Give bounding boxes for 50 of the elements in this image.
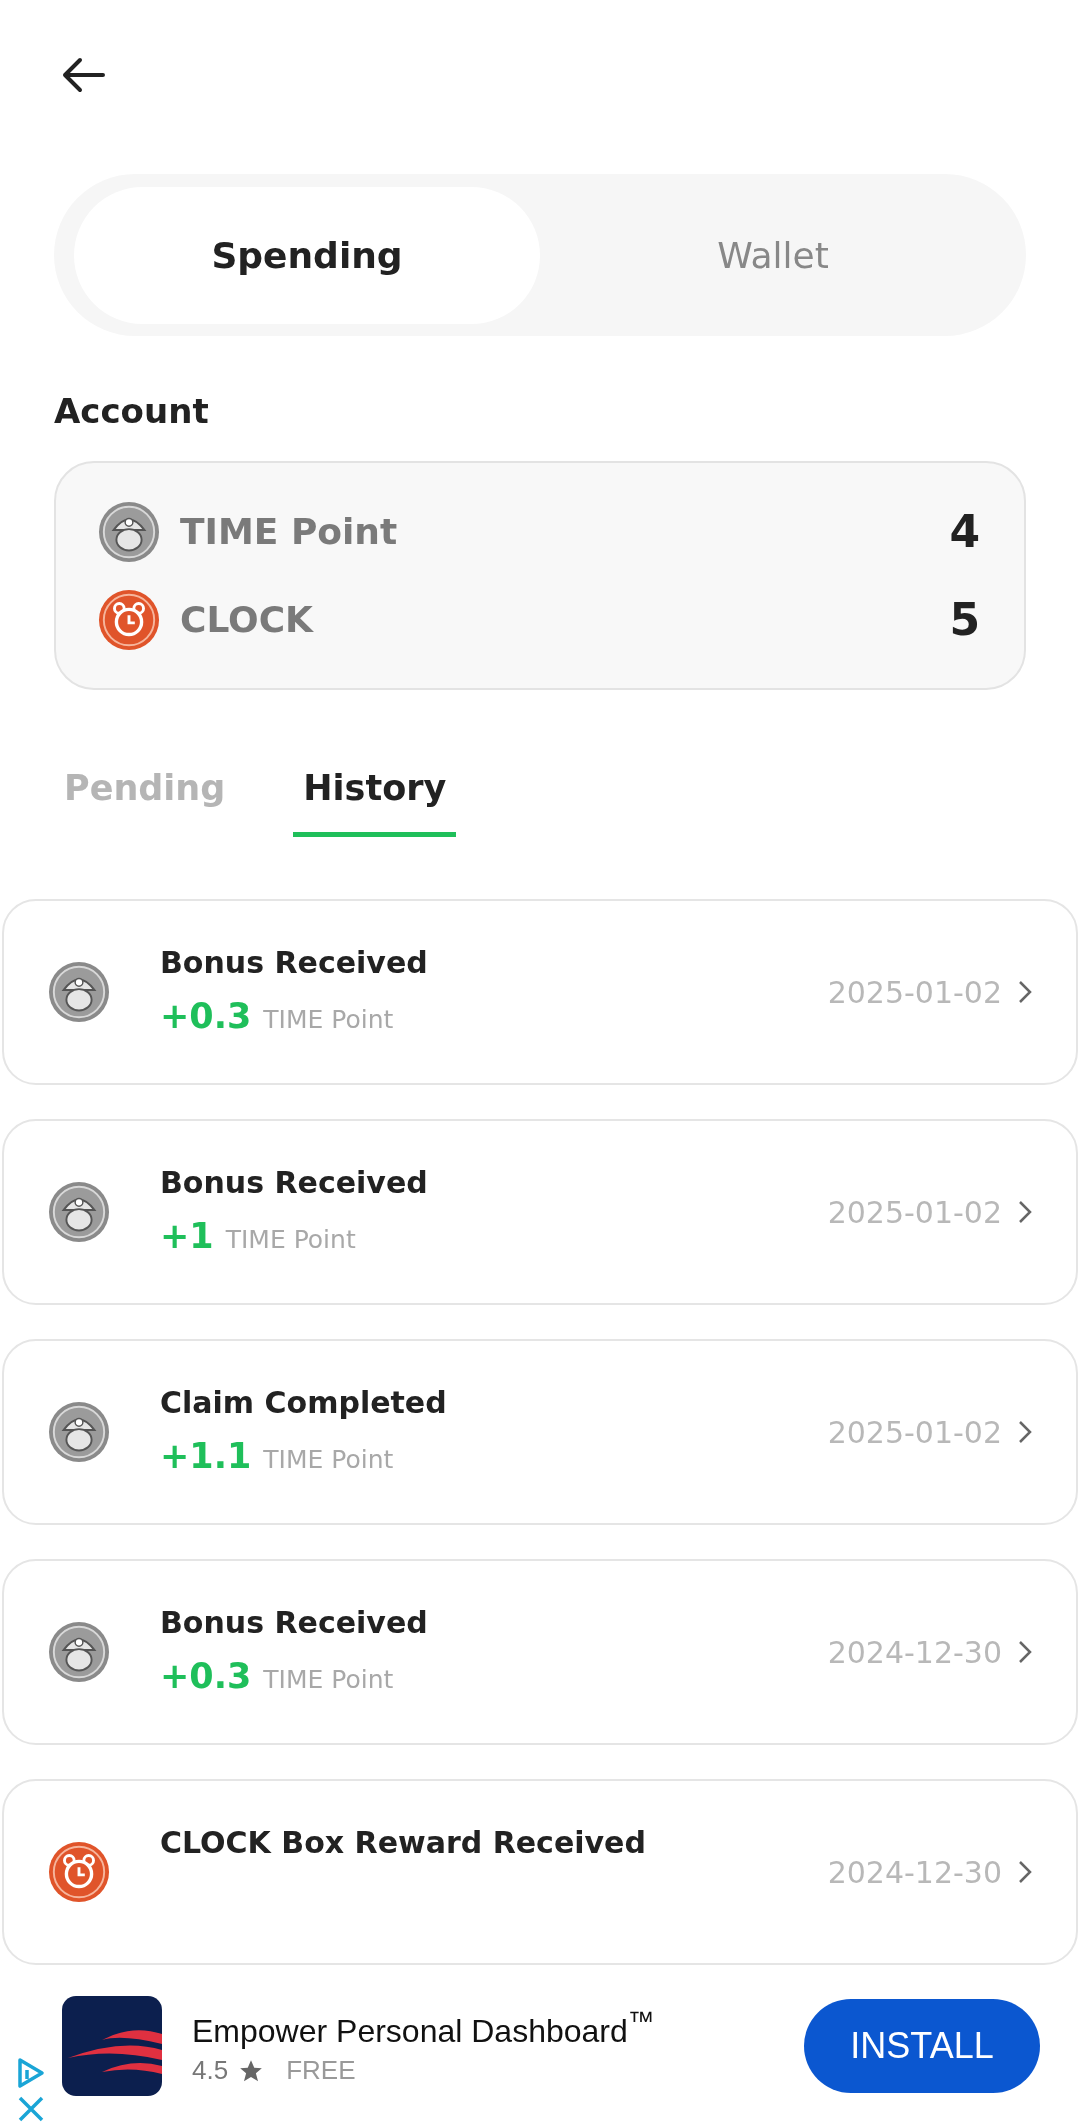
close-icon[interactable] [17,2095,45,2123]
item-date: 2024-12-30 [827,1854,1002,1890]
item-title: Claim Completed [160,1384,448,1420]
tab[interactable]: History [293,768,457,837]
chevron-right-icon [1018,1200,1032,1224]
item-title: Bonus Received [160,944,429,980]
chevron-right-icon [1018,1420,1032,1444]
history-item[interactable]: CLOCK Box Reward Received 2024-12-30 [2,1779,1078,1965]
item-date: 2025-01-02 [827,974,1002,1010]
price-label: FREE [286,2055,356,2087]
coin-icon [98,500,160,563]
alarm-clock-icon [98,588,160,651]
ad-title: Empower Personal Dashboard$^{™}$ [192,2005,656,2050]
balance-value: 4 [949,506,980,558]
section-title: Account [54,391,210,432]
amount: +0.3 [160,995,252,1036]
item-date: 2024-12-30 [827,1634,1002,1670]
chevron-right-icon [1018,1640,1032,1664]
unit-label: TIME Point [225,1224,356,1254]
item-title: CLOCK Box Reward Received [160,1824,647,1860]
unit-label: TIME Point [263,1664,394,1694]
alarm-clock-icon [48,1841,110,1903]
balance-name: TIME Point [180,511,399,553]
coin-icon [48,1181,110,1243]
unit-label: TIME Point [263,1444,394,1474]
amount: +1 [160,1215,214,1256]
item-title: Bonus Received [160,1164,429,1200]
item-date: 2025-01-02 [827,1194,1002,1230]
rating: 4.5 [192,2055,229,2087]
back-arrow-icon [61,57,105,93]
history-item[interactable]: Bonus Received +1 TIME Point 2025-01-02 [2,1119,1078,1305]
history-item[interactable]: Bonus Received +0.3 TIME Point 2024-12-30 [2,1559,1078,1745]
install-button[interactable]: INSTALL [804,1999,1040,2093]
balance-name: CLOCK [180,599,315,641]
segment-tab[interactable]: Spending [74,186,540,324]
history-item[interactable]: Bonus Received +0.3 TIME Point 2025-01-02 [2,899,1078,1085]
coin-icon [48,1621,110,1683]
unit-label: TIME Point [263,1004,394,1034]
chevron-right-icon [1018,980,1032,1004]
app-logo-icon [62,1996,162,2096]
history-item[interactable]: Claim Completed +1.1 TIME Point 2025-01-02 [2,1339,1078,1525]
amount: +1.1 [160,1435,252,1476]
coin-icon [48,961,110,1023]
balance-value: 5 [949,594,980,646]
chevron-right-icon [1018,1860,1032,1884]
item-title: Bonus Received [160,1604,429,1640]
coin-icon [48,1401,110,1463]
item-date: 2025-01-02 [827,1414,1002,1450]
amount: +0.3 [160,1655,252,1696]
ad-choices-icon[interactable] [16,2057,46,2089]
